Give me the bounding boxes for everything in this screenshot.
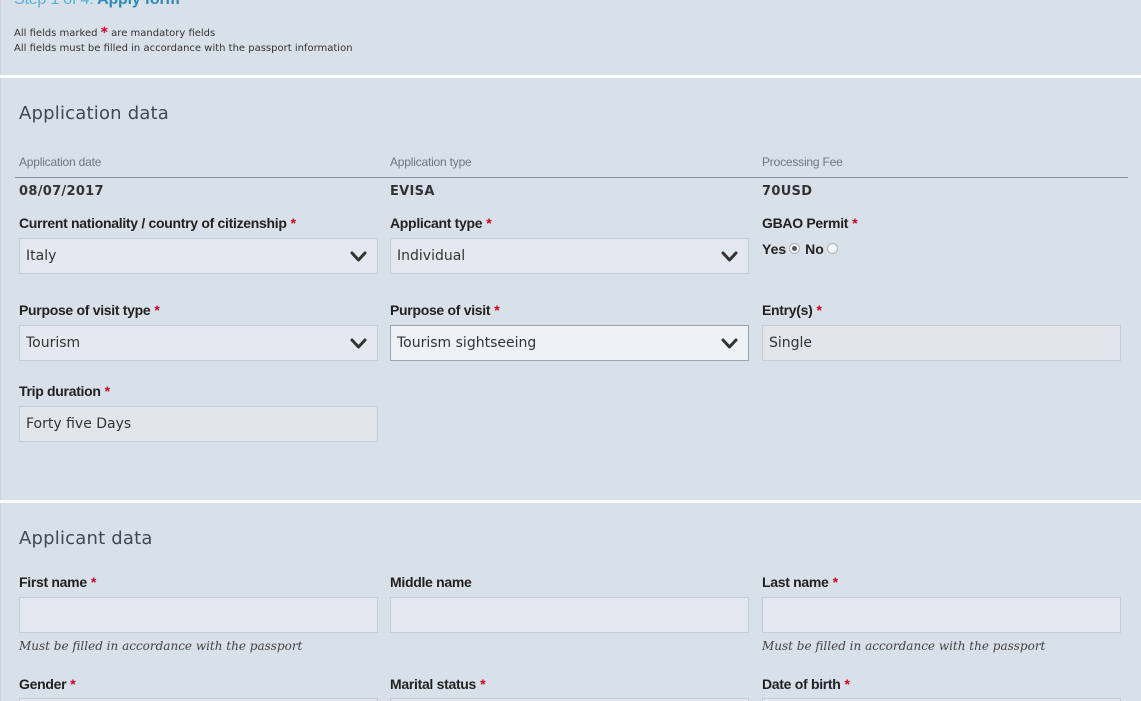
chevron-down-icon [350,251,367,262]
chevron-down-icon [721,338,738,349]
required-star: * [100,25,108,41]
entries-field[interactable]: Single [762,325,1121,361]
step-indicator: Step 1 of 4: Apply form [14,0,180,9]
entries-value: Single [769,335,813,351]
application-date-value: 08/07/2017 [19,184,104,199]
first-name-hint: Must be filled in accordance with the pa… [19,639,303,653]
gender-label-text: Gender [19,676,67,692]
date-of-birth-label-text: Date of birth [762,676,841,692]
purpose-type-label: Purpose of visit type * [19,302,160,318]
middle-name-input[interactable] [390,597,749,633]
purpose-label-text: Purpose of visit [390,302,491,318]
gbao-permit-radio-group: Yes No [762,241,843,257]
applicant-type-label-text: Applicant type [390,215,483,231]
gbao-permit-label: GBAO Permit * [762,215,858,231]
form-header: Step 1 of 4: Apply form All fields marke… [0,0,1141,75]
divider [15,177,1128,178]
middle-name-label: Middle name [390,574,472,590]
purpose-type-select[interactable]: Tourism [19,325,378,361]
application-type-value: EVISA [390,184,435,199]
nationality-label: Current nationality / country of citizen… [19,215,296,231]
trip-duration-value: Forty five Days [26,416,132,432]
required-star: * [494,302,500,318]
nationality-value: Italy [26,248,57,264]
mandatory-note-start: All fields marked [14,28,98,39]
applicant-data-title: Applicant data [19,528,153,549]
purpose-type-label-text: Purpose of visit type [19,302,151,318]
applicant-type-value: Individual [397,248,466,264]
purpose-label: Purpose of visit * [390,302,500,318]
applicant-type-label: Applicant type * [390,215,492,231]
chevron-down-icon [721,251,738,262]
applicant-data-panel: Applicant data First name * Must be fille… [0,503,1141,701]
chevron-down-icon [350,338,367,349]
radio-unselected-icon[interactable] [826,242,838,254]
date-of-birth-label: Date of birth * [762,676,850,692]
passport-note: All fields must be filled in accordance … [14,43,353,54]
trip-duration-label: Trip duration * [19,383,110,399]
first-name-input[interactable] [19,597,378,633]
application-date-label: Application date [19,155,102,169]
mandatory-note-end: are mandatory fields [111,28,216,39]
last-name-input[interactable] [762,597,1121,633]
required-star: * [154,302,160,318]
marital-status-label: Marital status * [390,676,486,692]
purpose-value: Tourism sightseeing [397,335,537,351]
mandatory-note: All fields marked * are mandatory fields [14,24,216,41]
processing-fee-label: Processing Fee [762,155,843,169]
required-star: * [290,215,296,231]
nationality-select[interactable]: Italy [19,238,378,274]
marital-status-label-text: Marital status [390,676,477,692]
trip-duration-field[interactable]: Forty five Days [19,406,378,442]
required-star: * [844,676,850,692]
processing-fee-value: 70USD [762,184,813,199]
required-star: * [486,215,492,231]
required-star: * [852,215,858,231]
gbao-permit-label-text: GBAO Permit [762,215,849,231]
required-star: * [70,676,76,692]
applicant-type-select[interactable]: Individual [390,238,749,274]
required-star: * [816,302,822,318]
entries-label: Entry(s) * [762,302,822,318]
required-star: * [832,574,838,590]
last-name-label: Last name * [762,574,838,590]
application-type-label: Application type [390,155,472,169]
last-name-hint: Must be filled in accordance with the pa… [762,639,1046,653]
step-prefix: Step 1 of 4: [14,0,94,8]
first-name-label: First name * [19,574,96,590]
purpose-type-value: Tourism [26,335,81,351]
nationality-label-text: Current nationality / country of citizen… [19,215,287,231]
entries-label-text: Entry(s) [762,302,813,318]
required-star: * [90,574,96,590]
radio-selected-icon[interactable] [789,242,801,254]
gender-label: Gender * [19,676,76,692]
required-star: * [480,676,486,692]
required-star: * [104,383,110,399]
trip-duration-label-text: Trip duration [19,383,101,399]
gbao-yes-label: Yes [762,241,787,257]
application-data-title: Application data [19,103,170,124]
gbao-no-label: No [805,241,824,257]
first-name-label-text: First name [19,574,87,590]
last-name-label-text: Last name [762,574,829,590]
application-data-panel: Application data Application date Applic… [0,78,1141,500]
step-title: Apply form [97,0,180,8]
purpose-select[interactable]: Tourism sightseeing [390,325,749,361]
